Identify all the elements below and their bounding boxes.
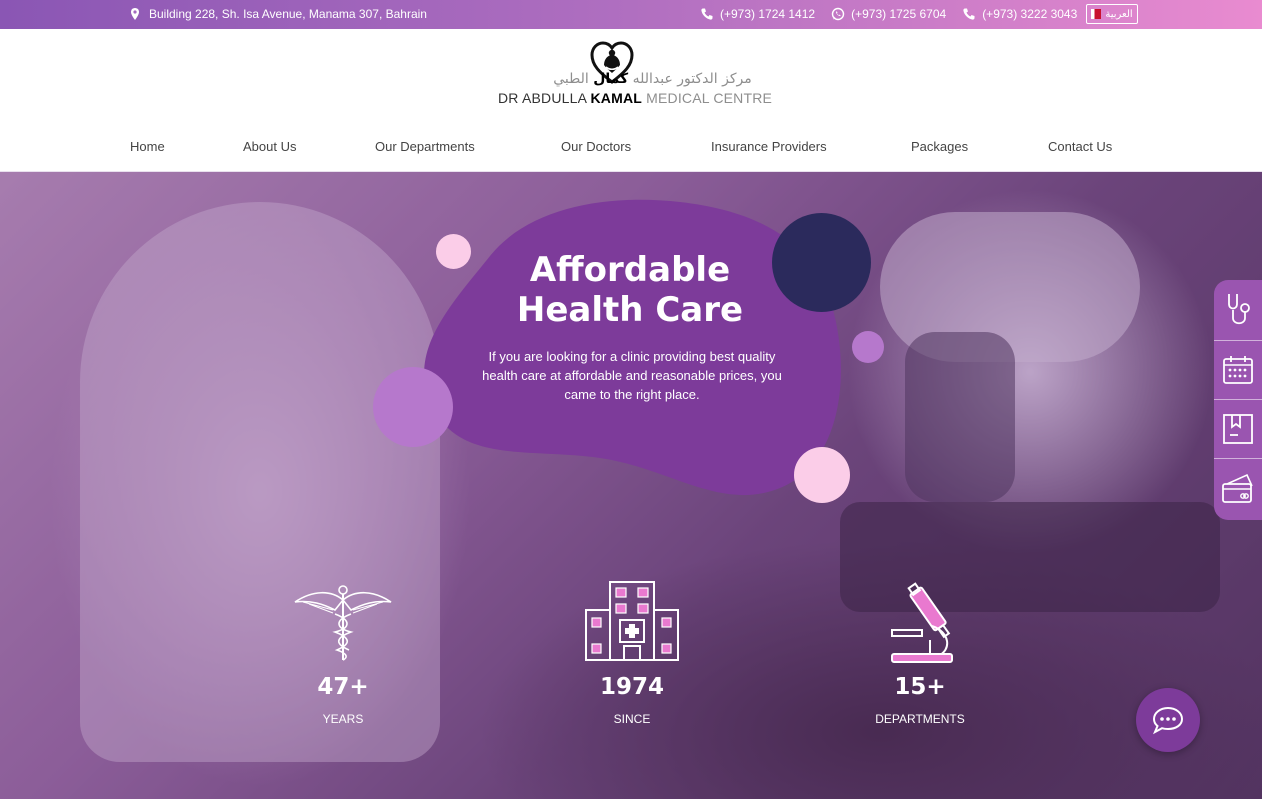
whatsapp-link[interactable]: (+973) 1725 6704 bbox=[831, 7, 946, 21]
hero-section: Affordable Health Care If you are lookin… bbox=[0, 172, 1262, 799]
decor-circle-pink-large bbox=[794, 447, 850, 503]
booking-icon bbox=[1223, 413, 1253, 444]
bahrain-flag-icon bbox=[1091, 9, 1102, 19]
top-contact-bar: Building 228, Sh. Isa Avenue, Manama 307… bbox=[0, 0, 1262, 29]
chat-button[interactable] bbox=[1136, 688, 1200, 752]
chat-bubble-icon bbox=[1152, 706, 1184, 735]
logo-arabic-suffix: الطبي bbox=[553, 71, 589, 87]
nav-insurance-providers[interactable]: Insurance Providers bbox=[711, 139, 827, 154]
nav-our-departments[interactable]: Our Departments bbox=[375, 139, 475, 154]
logo-arabic-bold: كمال bbox=[593, 71, 629, 87]
calendar-icon bbox=[1223, 355, 1253, 384]
stat-since: 1974 SINCE bbox=[552, 580, 712, 726]
stat-years-value: 47+ bbox=[317, 674, 369, 700]
phone-number: (+973) 1724 1412 bbox=[720, 7, 816, 21]
phone-list: (+973) 1724 1412 (+973) 1725 6704 (+973)… bbox=[700, 7, 1093, 21]
logo-en-bold: KAMAL bbox=[590, 90, 643, 106]
hero-subtitle: If you are looking for a clinic providin… bbox=[482, 349, 782, 402]
phone-link-1[interactable]: (+973) 1724 1412 bbox=[700, 7, 815, 21]
stat-departments-value: 15+ bbox=[894, 674, 946, 700]
phone-icon bbox=[701, 8, 713, 20]
decor-circle-lilac-small bbox=[852, 331, 884, 363]
location-pin-icon bbox=[131, 8, 139, 20]
quick-actions-sidebar bbox=[1214, 280, 1262, 520]
site-header: مركز الدكتور عبدالله كمال الطبي DR ABDUL… bbox=[0, 29, 1262, 172]
logo-en-prefix: DR ABDULLA bbox=[498, 90, 587, 106]
phone-icon bbox=[963, 8, 975, 20]
stat-since-value: 1974 bbox=[599, 674, 664, 700]
stethoscope-icon bbox=[1228, 294, 1250, 325]
sidebar-booking-button[interactable] bbox=[1214, 399, 1262, 457]
nav-contact-us[interactable]: Contact Us bbox=[1048, 139, 1112, 154]
caduceus-icon bbox=[294, 585, 392, 661]
sidebar-stethoscope-button[interactable] bbox=[1214, 281, 1262, 339]
nav-packages[interactable]: Packages bbox=[911, 139, 968, 154]
whatsapp-number: (+973) 1725 6704 bbox=[851, 7, 947, 21]
hospital-icon bbox=[585, 581, 679, 661]
stat-departments: 15+ DEPARTMENTS bbox=[840, 580, 1000, 726]
logo-arabic-text: مركز الدكتور عبدالله كمال الطبي bbox=[540, 71, 765, 87]
language-switch-button[interactable]: العربية bbox=[1086, 4, 1138, 24]
stat-since-label: SINCE bbox=[613, 712, 651, 726]
logo-english-text: DR ABDULLA KAMAL MEDICAL CENTRE bbox=[498, 90, 772, 106]
stat-years: 47+ YEARS bbox=[263, 580, 423, 726]
language-label: العربية bbox=[1105, 8, 1133, 20]
logo-arabic-prefix: مركز الدكتور عبدالله bbox=[632, 71, 752, 87]
hero-title-line1: Affordable bbox=[529, 250, 731, 290]
phone-number: (+973) 3222 3043 bbox=[982, 7, 1078, 21]
hero-title-line2: Health Care bbox=[516, 290, 744, 330]
main-nav: Home About Us Our Departments Our Doctor… bbox=[0, 139, 1262, 159]
hero-title: Affordable Health Care bbox=[450, 250, 810, 330]
phone-link-2[interactable]: (+973) 3222 3043 bbox=[962, 7, 1077, 21]
logo-en-suffix: MEDICAL CENTRE bbox=[646, 90, 773, 106]
sidebar-payment-button[interactable] bbox=[1214, 458, 1262, 516]
whatsapp-icon bbox=[831, 7, 845, 21]
nav-our-doctors[interactable]: Our Doctors bbox=[561, 139, 631, 154]
address: Building 228, Sh. Isa Avenue, Manama 307… bbox=[128, 7, 427, 21]
stat-departments-label: DEPARTMENTS bbox=[875, 712, 965, 726]
microscope-icon bbox=[891, 582, 953, 663]
sidebar-calendar-button[interactable] bbox=[1214, 340, 1262, 398]
payment-card-icon bbox=[1222, 473, 1253, 503]
address-text: Building 228, Sh. Isa Avenue, Manama 307… bbox=[149, 7, 427, 21]
nav-about-us[interactable]: About Us bbox=[243, 139, 296, 154]
nav-home[interactable]: Home bbox=[130, 139, 165, 154]
decor-circle-lilac-large bbox=[373, 367, 453, 447]
stat-years-label: YEARS bbox=[322, 712, 364, 726]
